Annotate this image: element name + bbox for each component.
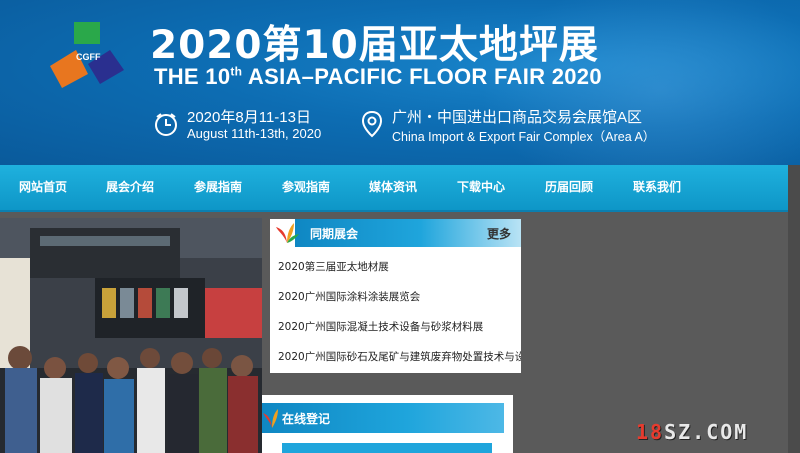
leaf-icon <box>276 223 299 243</box>
watermark-red: 18 <box>636 420 665 444</box>
nav-item-about[interactable]: 展会介绍 <box>106 165 154 210</box>
exhibition-link[interactable]: 2020广州国际涂料涂装展览会 <box>278 289 521 304</box>
nav-item-contact[interactable]: 联系我们 <box>633 165 681 210</box>
nav-item-downloads[interactable]: 下载中心 <box>457 165 505 210</box>
main-nav: 网站首页 展会介绍 参展指南 参观指南 媒体资讯 下载中心 历届回顾 联系我们 <box>0 165 788 212</box>
title-en-sup: th <box>230 64 243 79</box>
fair-logo: CGFF <box>50 22 124 88</box>
title-en-prefix: THE 10 <box>154 64 231 89</box>
nav-item-history[interactable]: 历届回顾 <box>545 165 593 210</box>
registration-header: 在线登记 <box>262 403 504 433</box>
more-link[interactable]: 更多 <box>487 225 511 242</box>
registration-title: 在线登记 <box>282 412 331 426</box>
online-registration-panel: 在线登记 <box>262 395 513 453</box>
banner-title-cn: 2020第10届亚太地坪展 <box>150 23 599 68</box>
header-banner: CGFF 2020第10届亚太地坪展 THE 10th ASIA–PACIFIC… <box>0 0 800 165</box>
venue-en: China Import & Export Fair Complex（Area … <box>392 130 656 144</box>
event-date-cn: 2020年8月11-13日 <box>187 109 311 126</box>
registration-form-bar[interactable] <box>282 443 492 453</box>
nav-item-exhibitor-guide[interactable]: 参展指南 <box>194 165 242 210</box>
exhibition-link[interactable]: 2020第三届亚太地材展 <box>278 259 521 274</box>
site-watermark: 18SZ.COM <box>636 420 748 444</box>
exhibition-link[interactable]: 2020广州国际混凝土技术设备与砂浆材料展 <box>278 319 521 334</box>
nav-item-media[interactable]: 媒体资讯 <box>369 165 417 210</box>
page-scrollbar[interactable] <box>788 165 800 453</box>
event-date-en: August 11th-13th, 2020 <box>187 126 322 141</box>
exhibition-hall-photo[interactable] <box>0 218 262 453</box>
nav-item-visitor-guide[interactable]: 参观指南 <box>282 165 330 210</box>
venue-cn: 广州・中国进出口商品交易会展馆A区 <box>392 109 643 126</box>
nav-item-home[interactable]: 网站首页 <box>19 165 67 210</box>
watermark-rest: SZ.COM <box>664 420 749 444</box>
exhibition-link[interactable]: 2020广州国际砂石及尾矿与建筑废弃物处置技术与设备 <box>278 349 521 364</box>
clock-icon <box>155 113 177 136</box>
panel-header: 同期展会 更多 <box>270 219 521 247</box>
location-pin-icon <box>361 110 383 138</box>
crowd-photo-illustration <box>0 218 262 453</box>
logo-text: CGFF <box>76 52 101 62</box>
banner-title-en: THE 10th ASIA–PACIFIC FLOOR FAIR 2020 <box>154 64 602 90</box>
leaf-icon <box>263 409 278 428</box>
panel-title: 同期展会 <box>310 227 359 241</box>
title-en-rest: ASIA–PACIFIC FLOOR FAIR 2020 <box>242 64 602 89</box>
concurrent-exhibitions-panel: 同期展会 更多 2020第三届亚太地材展 2020广州国际涂料涂装展览会 202… <box>270 219 521 373</box>
